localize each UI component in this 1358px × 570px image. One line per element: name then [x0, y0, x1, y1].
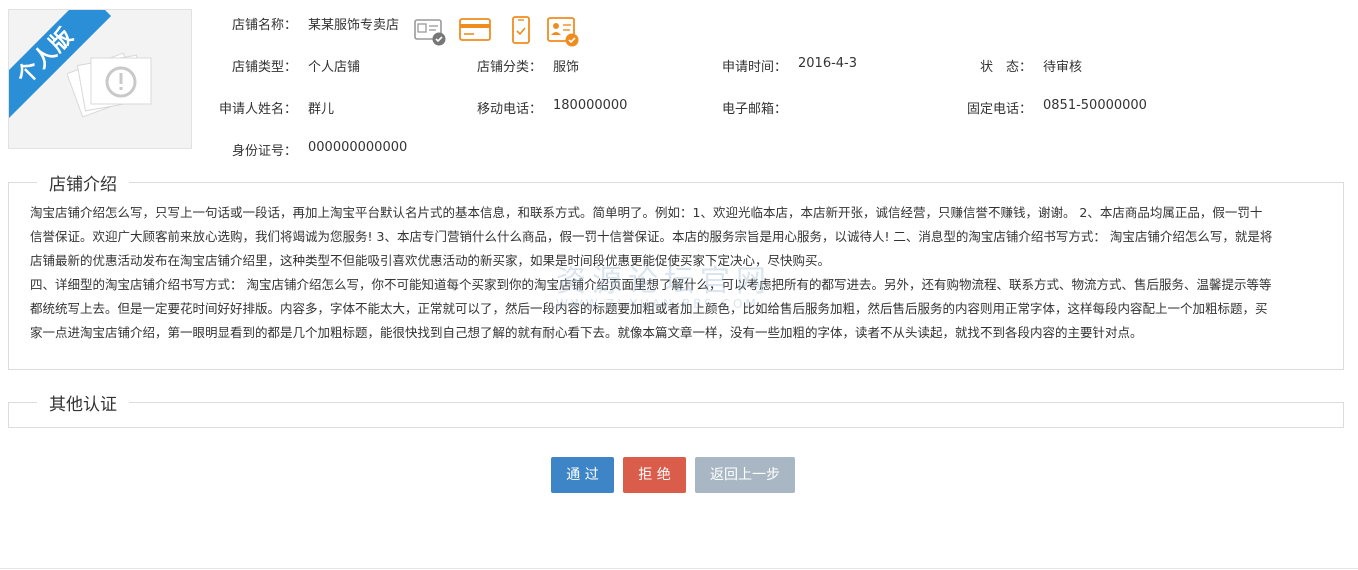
store-type-value: 个人店铺 [308, 60, 361, 75]
store-type-label: 店铺类型： [231, 60, 297, 75]
store-name-value: 某某服饰专卖店 [308, 18, 400, 33]
store-intro-title: 店铺介绍 [49, 175, 117, 195]
applicant-name-value: 群儿 [308, 102, 335, 117]
bank-card-icon[interactable] [458, 15, 492, 47]
store-intro-section: 店铺介绍 淘宝店铺介绍怎么写，只写上一句话或一段话，再加上淘宝平台默认名片式的基… [8, 170, 1344, 370]
store-category-label: 店铺分类： [476, 60, 542, 75]
approve-button[interactable]: 通 过 [551, 457, 614, 493]
apply-time-label: 申请时间： [721, 60, 787, 75]
store-intro-text: 淘宝店铺介绍怎么写，只写上一句话或一段话，再加上淘宝平台默认名片式的基本信息，和… [9, 195, 1343, 345]
intro-line: 都统统写上去。但是一定要花时间好好排版。内容多，字体不能太大，正常就可以了，然后… [30, 301, 1268, 316]
intro-line: 店铺最新的优惠活动发布在淘宝店铺介绍里，这种类型不但能吸引喜欢优惠活动的新买家，… [30, 253, 831, 268]
business-license-verified-icon[interactable] [546, 15, 580, 47]
intro-line: 四、详细型的淘宝店铺介绍书写方式： 淘宝店铺介绍怎么写，你不可能知道每个买家到你… [30, 277, 1272, 292]
store-category-value: 服饰 [553, 60, 580, 75]
mobile-label: 移动电话： [476, 102, 542, 117]
id-card-placeholder-icon [67, 52, 152, 118]
intro-line: 信誉保证。欢迎广大顾客前来放心选购，我们将竭诚为您服务! 3、本店专门营销什么什… [30, 229, 1273, 244]
id-number-label: 身份证号： [231, 144, 297, 159]
bottom-divider [0, 568, 1358, 569]
applicant-name-label: 申请人姓名： [218, 102, 297, 117]
email-label: 电子邮箱： [721, 102, 787, 117]
status-label: 状 态： [979, 60, 1032, 75]
reject-button[interactable]: 拒 绝 [623, 457, 686, 493]
store-name-label: 店铺名称： [231, 18, 297, 33]
phone-label: 固定电话： [966, 102, 1032, 117]
back-button[interactable]: 返回上一步 [695, 457, 795, 493]
other-cert-title: 其他认证 [49, 395, 117, 415]
phone-verified-icon[interactable] [508, 15, 542, 47]
other-cert-section: 其他认证 [8, 390, 1344, 428]
status-value: 待审核 [1043, 60, 1083, 75]
intro-line: 淘宝店铺介绍怎么写，只写上一句话或一段话，再加上淘宝平台默认名片式的基本信息，和… [30, 205, 1263, 220]
id-number-value: 000000000000 [308, 140, 408, 155]
apply-time-value: 2016-4-3 [798, 56, 858, 71]
mobile-value: 180000000 [553, 98, 628, 113]
intro-line: 家一点进淘宝店铺介绍，第一眼明显看到的都是几个加粗标题，能很快找到自己想了解的就… [30, 325, 1143, 340]
phone-value: 0851-50000000 [1043, 98, 1147, 113]
store-avatar: 个人版 [8, 9, 192, 149]
id-card-verified-icon[interactable] [414, 15, 448, 47]
